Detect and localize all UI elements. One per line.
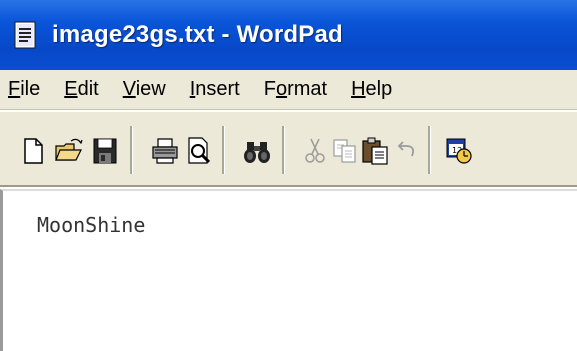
print-icon[interactable] [150,136,180,166]
menu-format[interactable]: Format [262,78,329,101]
open-icon[interactable] [54,136,84,166]
toolbar-separator [282,126,285,174]
toolbar: 12 [0,111,577,187]
cut-icon[interactable] [300,136,330,166]
save-icon[interactable] [90,136,120,166]
menu-file[interactable]: File [6,78,42,101]
window-title: image23gs.txt - WordPad [52,21,343,48]
menu-edit[interactable]: Edit [62,78,100,101]
menu-help[interactable]: Help [349,78,394,101]
wordpad-document-icon[interactable] [14,21,36,49]
copy-icon[interactable] [330,136,360,166]
new-icon[interactable] [18,136,48,166]
paste-icon[interactable] [360,136,390,166]
document-text: MoonShine [37,213,146,237]
wordpad-window: image23gs.txt - WordPad File Edit View I… [0,0,577,351]
menu-view[interactable]: View [121,78,168,101]
date-time-icon[interactable]: 12 [444,136,474,166]
menu-insert[interactable]: Insert [188,78,242,101]
toolbar-separator [222,126,225,174]
title-bar[interactable]: image23gs.txt - WordPad [0,0,577,70]
menu-bar: File Edit View Insert Format Help [0,70,577,110]
print-preview-icon[interactable] [184,136,214,166]
toolbar-separator [130,126,133,174]
undo-icon[interactable] [392,136,422,166]
toolbar-separator [428,126,431,174]
find-icon[interactable] [242,136,272,166]
document-area[interactable]: MoonShine [0,189,577,351]
